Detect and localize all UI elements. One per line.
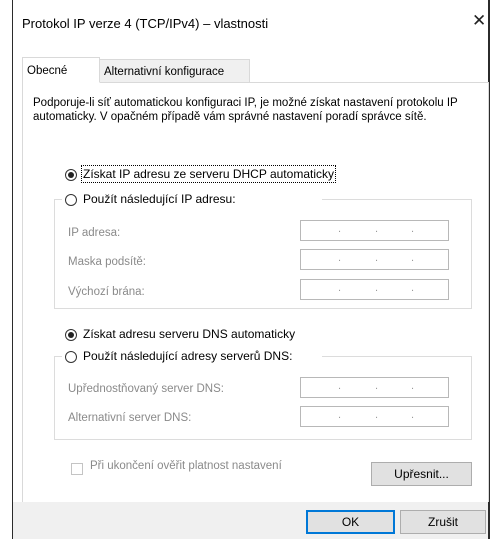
ip-address-label: IP adresa: bbox=[68, 227, 121, 239]
default-gateway-label: Výchozí brána: bbox=[68, 286, 145, 298]
alternate-dns-label: Alternativní server DNS: bbox=[68, 412, 192, 424]
ip-dot: . bbox=[375, 409, 379, 421]
ip-dot: . bbox=[411, 282, 415, 294]
ok-button[interactable]: OK bbox=[306, 510, 395, 534]
radio-manual-dns-label[interactable]: Použít následující adresy serverů DNS: bbox=[83, 349, 292, 363]
ip-dot: . bbox=[375, 380, 379, 392]
ip-dot: . bbox=[375, 252, 379, 264]
cancel-button[interactable]: Zrušit bbox=[400, 510, 486, 534]
preferred-dns-input[interactable]: . . . bbox=[300, 377, 449, 398]
radio-manual-ip-label[interactable]: Použít následující IP adresu: bbox=[83, 192, 236, 206]
ip-dot: . bbox=[411, 380, 415, 392]
ip-dot: . bbox=[375, 223, 379, 235]
validate-on-exit-checkbox[interactable] bbox=[71, 463, 83, 475]
description-text: Podporuje-li síť automatickou konfigurac… bbox=[33, 97, 458, 123]
radio-obtain-ip-auto[interactable] bbox=[65, 169, 77, 181]
validate-on-exit-label: Při ukončení ověřit platnost nastavení bbox=[90, 460, 282, 472]
tab-alternate-configuration[interactable]: Alternativní konfigurace bbox=[100, 59, 250, 83]
ip-dot: . bbox=[338, 282, 342, 294]
ip-dot: . bbox=[411, 252, 415, 264]
radio-manual-dns[interactable] bbox=[65, 351, 77, 363]
preferred-dns-label: Upřednostňovaný server DNS: bbox=[68, 383, 224, 395]
ip-dot: . bbox=[375, 282, 379, 294]
radio-obtain-dns-auto-label[interactable]: Získat adresu serveru DNS automaticky bbox=[83, 327, 295, 341]
radio-manual-ip[interactable] bbox=[65, 194, 77, 206]
dns-groupbox bbox=[54, 356, 472, 440]
dialog-title: Protokol IP verze 4 (TCP/IPv4) – vlastno… bbox=[22, 16, 269, 31]
radio-obtain-ip-auto-label[interactable]: Získat IP adresu ze serveru DHCP automat… bbox=[81, 165, 336, 183]
ip-dot: . bbox=[338, 380, 342, 392]
ip-dot: . bbox=[411, 409, 415, 421]
ip-dot: . bbox=[338, 252, 342, 264]
ip-address-input[interactable]: . . . bbox=[300, 220, 449, 241]
radio-obtain-dns-auto[interactable] bbox=[65, 329, 77, 341]
default-gateway-input[interactable]: . . . bbox=[300, 279, 449, 300]
ip-dot: . bbox=[411, 223, 415, 235]
dialog-left-border bbox=[0, 0, 13, 539]
ip-dot: . bbox=[338, 223, 342, 235]
advanced-button[interactable]: Upřesnit... bbox=[371, 462, 472, 486]
tab-general[interactable]: Obecné bbox=[22, 57, 100, 83]
background-window-edge bbox=[0, 0, 490, 7]
close-icon[interactable]: ✕ bbox=[472, 12, 486, 30]
subnet-mask-label: Maska podsítě: bbox=[68, 256, 146, 268]
alternate-dns-input[interactable]: . . . bbox=[300, 406, 449, 427]
ip-dot: . bbox=[338, 409, 342, 421]
subnet-mask-input[interactable]: . . . bbox=[300, 249, 449, 270]
